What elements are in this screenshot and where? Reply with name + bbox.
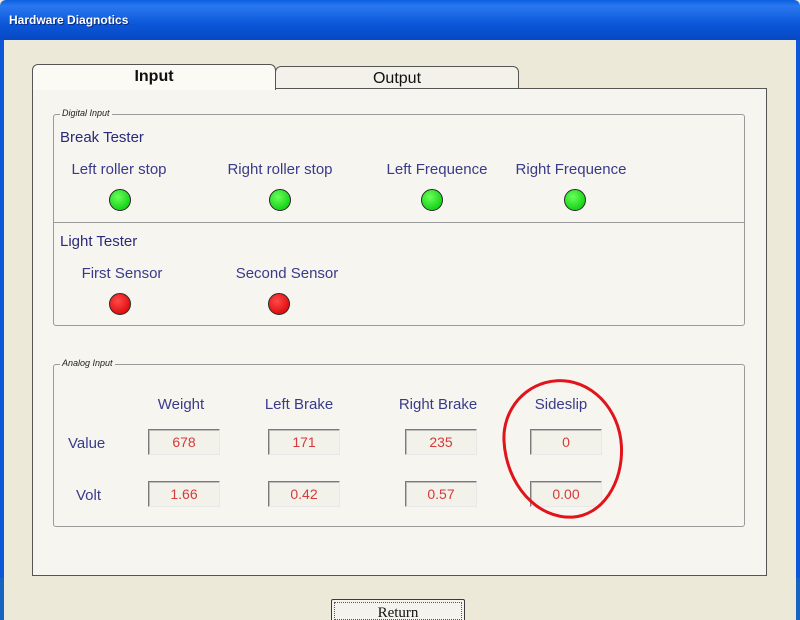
left-brake-volt-field: 0.42 bbox=[268, 481, 340, 507]
window-border-right bbox=[796, 40, 800, 620]
tab-output[interactable]: Output bbox=[275, 66, 519, 90]
right-roller-stop-label: Right roller stop bbox=[227, 161, 333, 178]
second-sensor-label: Second Sensor bbox=[235, 265, 339, 282]
break-tester-label: Break Tester bbox=[60, 129, 144, 146]
left-frequence-label: Left Frequence bbox=[386, 161, 488, 178]
column-header-weight: Weight bbox=[157, 396, 205, 413]
weight-volt-field: 1.66 bbox=[148, 481, 220, 507]
right-frequence-led bbox=[564, 189, 586, 211]
left-frequence-led bbox=[421, 189, 443, 211]
left-brake-value-field: 171 bbox=[268, 429, 340, 455]
tab-input[interactable]: Input bbox=[32, 64, 276, 90]
row-header-value: Value bbox=[68, 435, 106, 452]
left-roller-stop-led bbox=[109, 189, 131, 211]
analog-input-legend: Analog Input bbox=[60, 358, 115, 368]
column-header-right-brake: Right Brake bbox=[398, 396, 478, 413]
right-brake-value-field: 235 bbox=[405, 429, 477, 455]
return-button[interactable]: Return bbox=[331, 599, 465, 620]
digital-input-legend: Digital Input bbox=[60, 108, 112, 118]
group-divider bbox=[54, 222, 744, 223]
row-header-volt: Volt bbox=[76, 487, 102, 504]
first-sensor-label: First Sensor bbox=[81, 265, 163, 282]
left-roller-stop-label: Left roller stop bbox=[71, 161, 167, 178]
light-tester-label: Light Tester bbox=[60, 233, 138, 250]
right-frequence-label: Right Frequence bbox=[515, 161, 627, 178]
column-header-left-brake: Left Brake bbox=[264, 396, 334, 413]
right-brake-volt-field: 0.57 bbox=[405, 481, 477, 507]
tab-panel-input: Digital Input Break Tester Left roller s… bbox=[32, 88, 767, 576]
second-sensor-led bbox=[268, 293, 290, 315]
analog-input-group: Analog Input Weight Left Brake Right Bra… bbox=[53, 358, 745, 527]
weight-value-field: 678 bbox=[148, 429, 220, 455]
digital-input-group: Digital Input Break Tester Left roller s… bbox=[53, 108, 745, 326]
right-roller-stop-led bbox=[269, 189, 291, 211]
first-sensor-led bbox=[109, 293, 131, 315]
window-title: Hardware Diagnotics bbox=[9, 13, 129, 27]
title-bar[interactable]: Hardware Diagnotics bbox=[0, 0, 800, 40]
